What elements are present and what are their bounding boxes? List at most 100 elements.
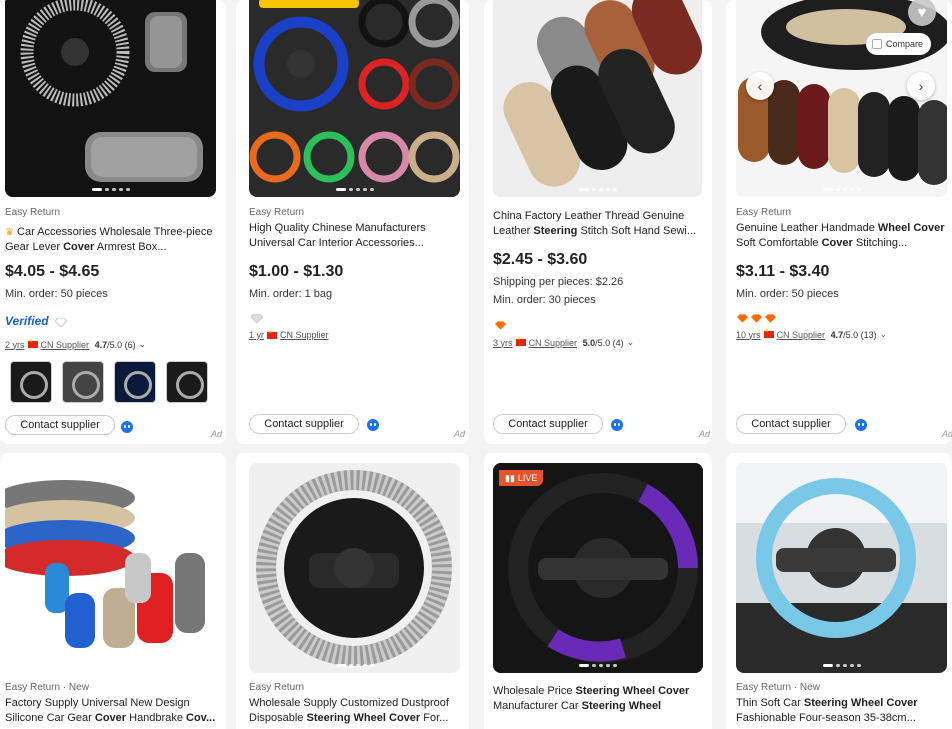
supplier-level — [737, 314, 776, 323]
next-image-button[interactable]: › — [907, 72, 935, 100]
supplier-info[interactable]: 3 yrs CN Supplier 5.0/5.0 (4) ⌄ — [493, 336, 635, 348]
chat-icon[interactable] — [855, 419, 867, 431]
chevron-down-icon[interactable]: ⌄ — [627, 337, 635, 348]
supplier-level — [495, 321, 506, 330]
product-title[interactable]: Thin Soft Car Steering Wheel Cover Fashi… — [736, 696, 948, 726]
chevron-down-icon[interactable]: ⌄ — [139, 339, 147, 350]
product-price: $1.00 - $1.30 — [249, 263, 344, 280]
product-image-graphic — [5, 0, 216, 197]
chat-icon[interactable] — [121, 421, 133, 433]
prev-image-button[interactable]: ‹ — [746, 72, 774, 100]
chevron-down-icon[interactable]: ⌄ — [880, 329, 888, 340]
supplier-years[interactable]: 10 yrs — [736, 330, 761, 340]
ad-label: Ad — [942, 429, 952, 439]
easy-return-tag: Easy Return — [5, 207, 61, 218]
cn-flag-icon — [27, 338, 38, 348]
thumbnail-strip — [10, 361, 208, 403]
product-image[interactable] — [249, 463, 460, 673]
product-image[interactable] — [5, 463, 216, 673]
product-image-graphic — [493, 463, 703, 673]
thumbnail[interactable] — [114, 361, 156, 403]
diamond-outline-icon — [55, 318, 67, 327]
checkbox-icon[interactable] — [872, 39, 882, 49]
product-card[interactable]: ▮▮ LIVE Wholesale Price Steering Wheel C… — [484, 453, 712, 729]
supplier-rating: 4.7/5.0 (6) — [94, 339, 136, 350]
product-card[interactable]: China Factory Leather Thread Genuine Lea… — [484, 0, 712, 444]
diamond-outline-icon — [251, 314, 263, 323]
easy-return-tag: Easy Return — [736, 207, 792, 218]
supplier-info[interactable]: 2 yrs CN Supplier 4.7/5.0 (6) ⌄ — [5, 338, 147, 350]
product-card[interactable]: Easy Return · New Thin Soft Car Steering… — [726, 453, 952, 729]
product-title[interactable]: China Factory Leather Thread Genuine Lea… — [493, 209, 699, 239]
verified-badge[interactable]: Verified — [5, 314, 49, 328]
contact-supplier-button[interactable]: Contact supplier — [249, 414, 359, 434]
product-price: $4.05 - $4.65 — [5, 263, 100, 280]
supplier-rating: 4.7/5.0 (13) — [830, 329, 877, 340]
easy-return-tag: Easy Return — [249, 207, 305, 218]
live-icon: ▮▮ — [505, 472, 515, 483]
product-image-graphic — [736, 463, 947, 673]
live-label: LIVE — [517, 473, 538, 483]
product-image-graphic — [249, 0, 460, 197]
product-image-graphic — [249, 463, 460, 673]
cn-flag-icon — [267, 329, 278, 339]
min-order: Min. order: 50 pieces — [5, 288, 108, 300]
product-title[interactable]: ♛ Car Accessories Wholesale Three-piece … — [5, 225, 215, 255]
contact-supplier-button[interactable]: Contact supplier — [5, 415, 115, 435]
min-order: Min. order: 30 pieces — [493, 294, 596, 306]
supplier-info[interactable]: 10 yrs CN Supplier 4.7/5.0 (13) ⌄ — [736, 328, 888, 340]
product-image[interactable] — [493, 0, 702, 197]
chat-icon[interactable] — [611, 419, 623, 431]
product-image[interactable] — [736, 463, 947, 673]
easy-return-tag: Easy Return — [249, 682, 305, 693]
supplier-type[interactable]: CN Supplier — [41, 340, 90, 350]
contact-supplier-button[interactable]: Contact supplier — [493, 414, 603, 434]
supplier-type[interactable]: CN Supplier — [777, 330, 826, 340]
compare-label: Compare — [886, 39, 924, 49]
product-image-graphic — [5, 463, 216, 673]
cn-flag-icon — [763, 328, 774, 338]
thumbnail[interactable] — [62, 361, 104, 403]
diamond-icon — [765, 314, 776, 323]
supplier-years[interactable]: 2 yrs — [5, 340, 25, 350]
ad-label: Ad — [211, 429, 223, 439]
min-order: Min. order: 50 pieces — [736, 288, 839, 300]
crown-icon: ♛ — [5, 227, 14, 238]
product-title[interactable]: High Quality Chinese Manufacturers Unive… — [249, 221, 454, 251]
ad-label: Ad — [454, 429, 466, 439]
product-card[interactable]: Easy Return Wholesale Supply Customized … — [236, 453, 469, 729]
contact-supplier-button[interactable]: Contact supplier — [736, 414, 846, 434]
supplier-years[interactable]: 3 yrs — [493, 338, 513, 348]
product-title[interactable]: Factory Supply Universal New Design Sili… — [5, 696, 217, 726]
supplier-type[interactable]: CN Supplier — [529, 338, 578, 348]
product-card[interactable]: Easy Return ♛ Car Accessories Wholesale … — [0, 0, 226, 444]
product-price: $2.45 - $3.60 — [493, 251, 588, 268]
product-title[interactable]: Wholesale Price Steering Wheel Cover Man… — [493, 684, 703, 714]
product-image[interactable] — [5, 0, 216, 197]
product-card[interactable]: Easy Return High Quality Chinese Manufac… — [236, 0, 469, 444]
thumbnail[interactable] — [166, 361, 208, 403]
live-badge[interactable]: ▮▮ LIVE — [499, 470, 544, 486]
min-order: Min. order: 1 bag — [249, 288, 333, 300]
product-image[interactable] — [493, 463, 703, 673]
thumbnail[interactable] — [10, 361, 52, 403]
diamond-icon — [751, 314, 762, 323]
product-tags: Easy Return · New — [736, 682, 820, 693]
product-title-text: Car Accessories Wholesale Three-piece Ge… — [5, 226, 213, 253]
ad-label: Ad — [699, 429, 711, 439]
product-image-graphic — [493, 0, 702, 197]
compare-checkbox[interactable]: Compare — [866, 33, 932, 55]
product-title[interactable]: Wholesale Supply Customized Dustproof Di… — [249, 696, 461, 726]
supplier-years[interactable]: 1 yr — [249, 330, 264, 340]
product-tags: Easy Return · New — [5, 682, 89, 693]
product-card[interactable]: ♥ Compare ‹ › Easy Return Genuine Leathe… — [726, 0, 952, 444]
supplier-info[interactable]: 1 yr CN Supplier — [249, 329, 329, 341]
supplier-type[interactable]: CN Supplier — [280, 330, 329, 340]
diamond-icon — [737, 314, 748, 323]
product-title[interactable]: Genuine Leather Handmade Wheel Cover Sof… — [736, 221, 948, 251]
product-price: $3.11 - $3.40 — [736, 263, 830, 280]
product-card[interactable]: Easy Return · New Factory Supply Univers… — [0, 453, 226, 729]
chat-icon[interactable] — [367, 419, 379, 431]
shipping-cost: Shipping per pieces: $2.26 — [493, 276, 624, 288]
product-image[interactable] — [249, 0, 460, 197]
